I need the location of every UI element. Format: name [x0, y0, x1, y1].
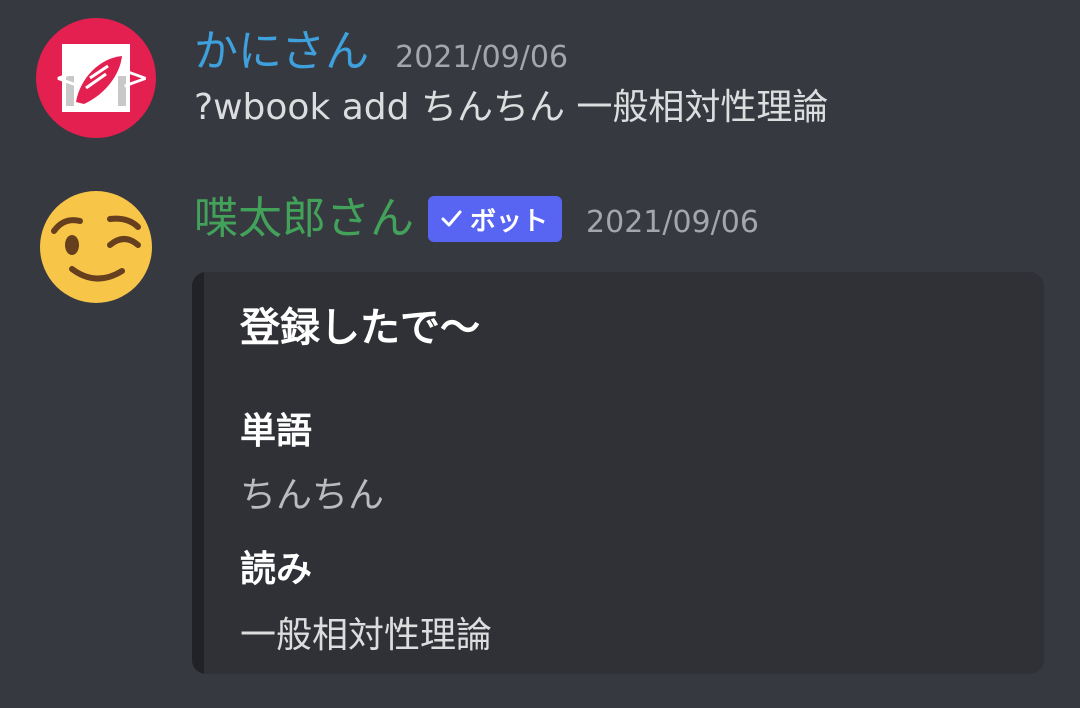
bot-username[interactable]: 喋太郎さん — [194, 197, 414, 241]
embed-field-name: 単語 — [240, 411, 313, 452]
crab-logo-icon: < > — [54, 44, 150, 112]
user-avatar[interactable]: < > — [36, 18, 156, 138]
svg-text:<: < — [54, 58, 83, 98]
embed: 登録したで〜 単語 ちんちん 読み 一般相対性理論 — [192, 272, 1044, 674]
embed-title: 登録したで〜 — [240, 305, 480, 351]
embed-field-value: ちんちん — [240, 475, 385, 516]
embed-field-value: 一般相対性理論 — [240, 615, 493, 656]
embed-color-bar — [192, 272, 204, 674]
bot-avatar[interactable] — [36, 187, 156, 307]
username[interactable]: かにさん — [194, 30, 369, 74]
message-content: ?wbook add ちんちん 一般相対性理論 — [194, 87, 829, 128]
embed-field-name: 読み — [240, 549, 313, 590]
svg-text:>: > — [121, 58, 150, 98]
timestamp: 2021/09/06 — [586, 205, 759, 240]
checkmark-icon — [441, 210, 462, 227]
winking-face-icon — [40, 191, 152, 303]
bot-tag-label: ボット — [470, 206, 549, 237]
timestamp: 2021/09/06 — [395, 40, 569, 75]
bot-tag: ボット — [428, 196, 563, 242]
